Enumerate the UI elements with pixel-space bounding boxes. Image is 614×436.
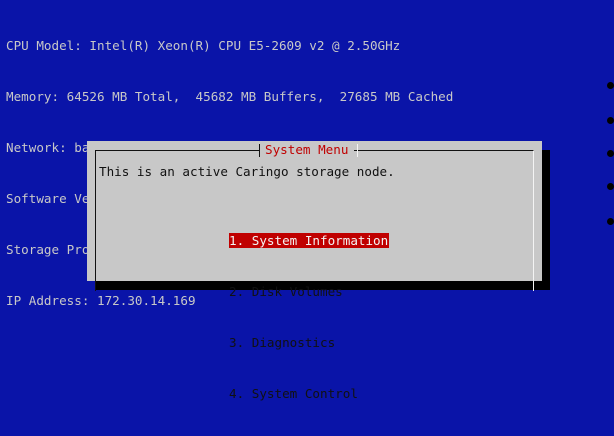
menu-item-label: 2. Disk Volumes [229, 284, 343, 299]
menu-item-label: 1. System Information [229, 233, 390, 248]
menu-item-system-information[interactable]: 1. System Information [229, 232, 390, 249]
title-left-tick [259, 144, 260, 157]
scroll-marker-dot [607, 150, 614, 157]
system-menu-dialog: System Menu This is an active Caringo st… [87, 141, 542, 401]
scroll-marker-dot [607, 183, 614, 190]
menu-item-label: 4. System Control [229, 386, 358, 401]
scroll-marker-dot [607, 117, 614, 124]
menu-item-diagnostics[interactable]: 3. Diagnostics [229, 334, 389, 351]
cpu-model-line: CPU Model: Intel(R) Xeon(R) CPU E5-2609 … [6, 38, 401, 53]
menu-item-disk-volumes[interactable]: 2. Disk Volumes [229, 283, 389, 300]
scroll-marker-dot [607, 218, 614, 225]
memory-line: Memory: 64526 MB Total, 45682 MB Buffers… [6, 89, 454, 104]
title-right-tick [357, 144, 358, 157]
menu-item-system-control[interactable]: 4. System Control [229, 385, 389, 402]
dialog-message: This is an active Caringo storage node. [99, 164, 395, 179]
dialog-title: System Menu [259, 141, 355, 159]
system-menu-list: 1. System Information 2. Disk Volumes 3.… [229, 198, 390, 436]
scroll-marker-dot [607, 82, 614, 89]
menu-item-label: 3. Diagnostics [229, 335, 336, 350]
